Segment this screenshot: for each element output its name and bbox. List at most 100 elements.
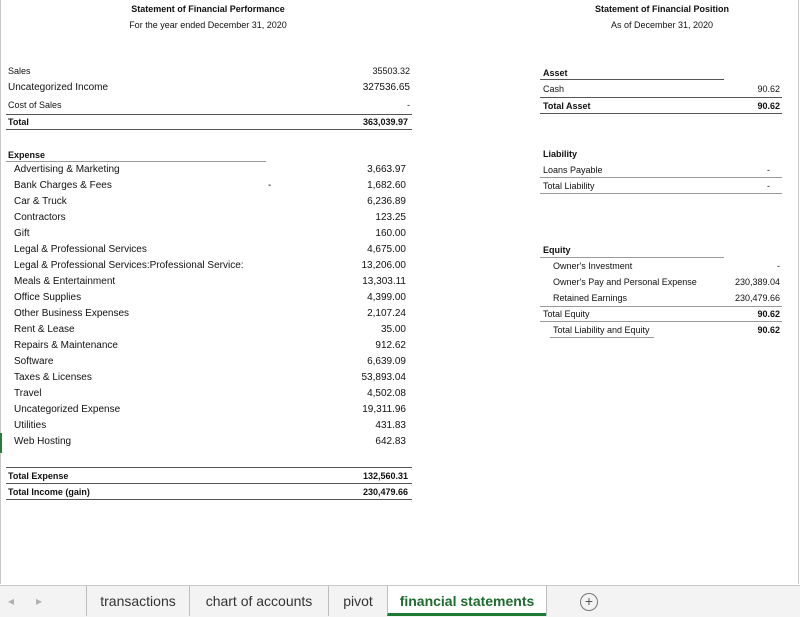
scroll-tabs-right-icon[interactable]: ▸ xyxy=(36,594,42,608)
tab-chart-of-accounts[interactable]: chart of accounts xyxy=(189,586,328,616)
expense-row-value: 3,663.97 xyxy=(300,164,406,175)
expense-row-value: 1,682.60 xyxy=(300,180,406,191)
total-asset-top-rule xyxy=(540,97,782,98)
loans-payable-label: Loans Payable xyxy=(543,165,603,175)
position-subtitle: As of December 31, 2020 xyxy=(540,20,784,30)
equity-row-value: 230,479.66 xyxy=(700,293,780,303)
total-liability-value: - xyxy=(700,181,770,191)
expense-row-value: 160.00 xyxy=(300,228,406,239)
income-row-label: Cost of Sales xyxy=(8,100,62,110)
loans-rule xyxy=(540,177,782,178)
expense-row-value: 431.83 xyxy=(300,420,406,431)
expense-row-value: 912.62 xyxy=(300,340,406,351)
expense-row-label: Car & Truck xyxy=(14,196,67,207)
expense-row-label: Software xyxy=(14,356,53,367)
income-row-value: 35503.32 xyxy=(300,66,410,76)
total-equity-top-rule xyxy=(540,306,782,307)
add-sheet-icon[interactable]: + xyxy=(580,593,598,611)
position-title: Statement of Financial Position xyxy=(540,4,784,14)
expense-row-label: Other Business Expenses xyxy=(14,308,129,319)
expense-row-value: 13,303.11 xyxy=(300,276,406,287)
total-equity-label: Total Equity xyxy=(543,309,590,319)
total-asset-value: 90.62 xyxy=(700,101,780,111)
expense-row-label: Utilities xyxy=(14,420,46,431)
grid-left-border xyxy=(0,0,1,584)
income-row-label: Sales xyxy=(8,66,31,76)
expense-row-value: 2,107.24 xyxy=(300,308,406,319)
performance-subtitle: For the year ended December 31, 2020 xyxy=(58,20,358,30)
tab-separator xyxy=(546,586,548,616)
equity-row-value: - xyxy=(700,261,780,271)
expense-row-label: Repairs & Maintenance xyxy=(14,340,118,351)
total-liability-equity-label: Total Liability and Equity xyxy=(553,325,650,335)
tab-transactions[interactable]: transactions xyxy=(86,586,189,616)
income-row-label: Uncategorized Income xyxy=(8,82,108,93)
expense-row-value: 19,311.96 xyxy=(300,404,406,415)
equity-header: Equity xyxy=(543,245,571,255)
expense-header-rule xyxy=(6,161,266,162)
tab-pivot[interactable]: pivot xyxy=(328,586,387,616)
expense-row-label: Advertising & Marketing xyxy=(14,164,120,175)
expense-row-label: Contractors xyxy=(14,212,66,223)
asset-header: Asset xyxy=(543,68,568,78)
expense-row-label: Bank Charges & Fees xyxy=(14,180,112,191)
scroll-tabs-left-icon[interactable]: ◂ xyxy=(8,594,14,608)
total-expense-label: Total Expense xyxy=(8,471,68,481)
cash-label: Cash xyxy=(543,84,564,94)
total-top-rule xyxy=(6,114,412,115)
expense-row-label: Legal & Professional Services xyxy=(14,244,147,255)
total-income-label: Total Income (gain) xyxy=(8,487,90,497)
bank-charges-dash: - xyxy=(268,180,271,191)
spreadsheet-grid[interactable]: Statement of Financial Performance For t… xyxy=(0,0,800,584)
equity-row-label: Owner's Investment xyxy=(553,261,632,271)
expense-row-label: Rent & Lease xyxy=(14,324,75,335)
expense-row-label: Legal & Professional Services:Profession… xyxy=(14,260,244,271)
total-liability-equity-value: 90.62 xyxy=(700,325,780,335)
total-expense-value: 132,560.31 xyxy=(300,471,408,481)
equity-row-label: Owner's Pay and Personal Expense xyxy=(553,277,697,287)
total-equity-bottom-rule xyxy=(540,321,782,322)
total-income-value: 230,479.66 xyxy=(300,487,408,497)
sheet-tab-bar: ◂ ▸ transactions chart of accounts pivot… xyxy=(0,585,800,617)
expense-row-value: 6,236.89 xyxy=(300,196,406,207)
equity-row-value: 230,389.04 xyxy=(700,277,780,287)
total-bottom-rule xyxy=(6,129,412,130)
loans-payable-value: - xyxy=(700,165,770,175)
grid-right-border xyxy=(798,0,799,584)
total-asset-bottom-rule xyxy=(540,113,782,114)
expense-header: Expense xyxy=(8,150,45,160)
expense-row-value: 13,206.00 xyxy=(300,260,406,271)
total-asset-label: Total Asset xyxy=(543,101,591,111)
liability-header: Liability xyxy=(543,149,577,159)
total-liability-label: Total Liability xyxy=(543,181,595,191)
income-row-value: - xyxy=(300,100,410,110)
expense-row-label: Uncategorized Expense xyxy=(14,404,120,415)
expense-row-value: 642.83 xyxy=(300,436,406,447)
expense-row-label: Travel xyxy=(14,388,41,399)
total-liability-rule xyxy=(540,193,782,194)
expense-row-label: Taxes & Licenses xyxy=(14,372,92,383)
expense-row-value: 6,639.09 xyxy=(300,356,406,367)
expense-row-label: Meals & Entertainment xyxy=(14,276,115,287)
total-value: 363,039.97 xyxy=(300,117,408,127)
total-le-underline xyxy=(550,337,654,338)
equity-header-rule xyxy=(540,257,724,258)
expense-row-value: 4,675.00 xyxy=(300,244,406,255)
selected-cell-marker xyxy=(0,433,2,453)
expense-row-label: Office Supplies xyxy=(14,292,81,303)
cash-value: 90.62 xyxy=(700,84,780,94)
performance-title: Statement of Financial Performance xyxy=(58,4,358,14)
total-equity-value: 90.62 xyxy=(700,309,780,319)
total-expense-bottom-rule xyxy=(6,483,412,484)
income-row-value: 327536.65 xyxy=(300,82,410,93)
expense-row-value: 35.00 xyxy=(300,324,406,335)
expense-row-value: 4,399.00 xyxy=(300,292,406,303)
equity-row-label: Retained Earnings xyxy=(553,293,627,303)
tab-financial-statements[interactable]: financial statements xyxy=(387,586,546,616)
total-label: Total xyxy=(8,117,29,127)
expense-row-value: 4,502.08 xyxy=(300,388,406,399)
expense-row-value: 53,893.04 xyxy=(300,372,406,383)
asset-header-rule xyxy=(540,79,724,80)
total-expense-top-rule xyxy=(6,467,412,468)
expense-row-value: 123.25 xyxy=(300,212,406,223)
